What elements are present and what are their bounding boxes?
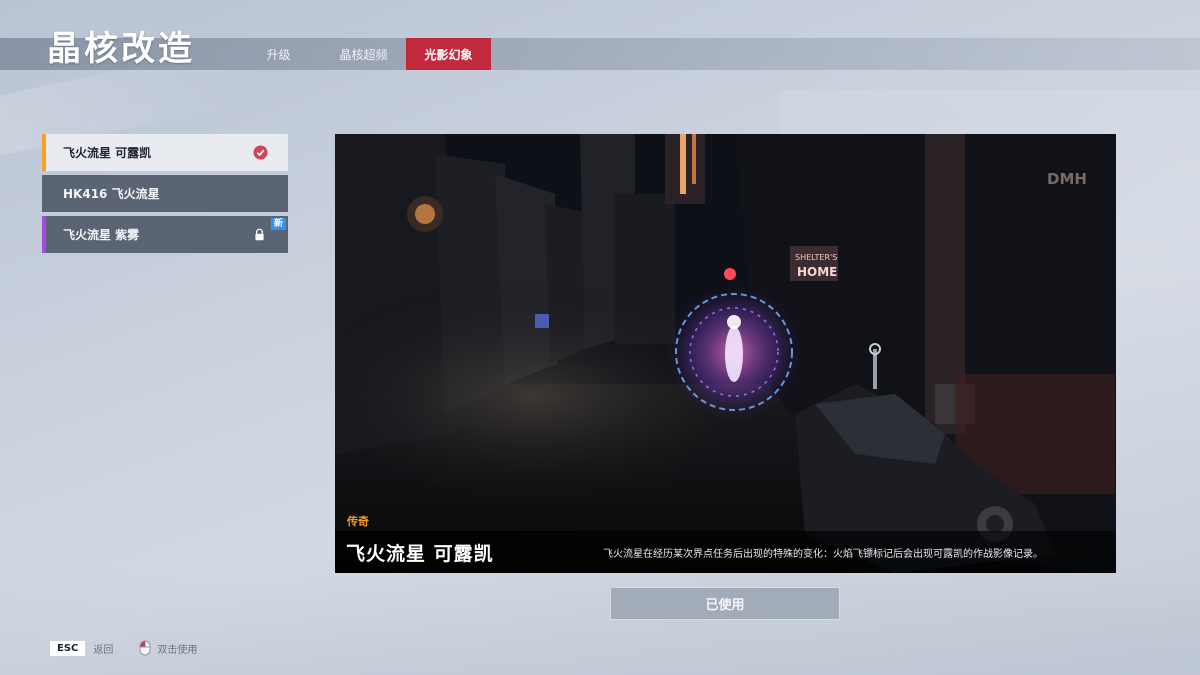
preview-scene: SHELTER'S HOME DMH	[335, 134, 1116, 573]
new-badge: 新	[270, 218, 286, 230]
tab-illusion[interactable]: 光影幻象	[406, 38, 491, 70]
rarity-label: 传奇	[347, 515, 369, 528]
mouse-click-icon	[139, 640, 151, 656]
variant-item-purple-mist[interactable]: 飞火流星 紫雾 新	[42, 216, 288, 253]
tab-bar: 升级 晶核超频 光影幻象	[236, 38, 491, 70]
tab-overclock[interactable]: 晶核超频	[321, 38, 406, 70]
variant-item-hk416[interactable]: HK416 飞火流星	[42, 175, 288, 212]
preview-title: 飞火流星 可露凯	[346, 543, 494, 565]
tab-upgrade[interactable]: 升级	[236, 38, 321, 70]
variant-label: 飞火流星 紫雾	[63, 228, 140, 242]
variant-list: 飞火流星 可露凯 HK416 飞火流星 飞火流星 紫雾 新	[42, 134, 288, 257]
double-click-label: 双击使用	[157, 644, 198, 656]
in-use-button[interactable]: 已使用	[610, 587, 840, 620]
lock-icon	[255, 228, 264, 241]
page-title: 晶核改造	[47, 29, 195, 69]
esc-key[interactable]: ESC	[50, 640, 86, 656]
variant-item-kelukai[interactable]: 飞火流星 可露凯	[42, 134, 288, 171]
back-label: 返回	[93, 644, 114, 656]
svg-text:SHELTER'S: SHELTER'S	[795, 253, 837, 262]
svg-text:HOME: HOME	[797, 265, 837, 279]
preview-panel: SHELTER'S HOME DMH 传奇 飞火流星 可露凯 飞火流星在经历某次…	[335, 134, 1116, 573]
variant-label: 飞火流星 可露凯	[63, 146, 152, 160]
caption-bar: 飞火流星 可露凯 飞火流星在经历某次界点任务后出现的特殊的变化：火焰飞镖标记后会…	[335, 531, 1116, 573]
svg-text:DMH: DMH	[1047, 170, 1087, 188]
variant-label: HK416 飞火流星	[63, 187, 160, 201]
preview-description: 飞火流星在经历某次界点任务后出现的特殊的变化：火焰飞镖标记后会出现可露凯的作战影…	[603, 549, 1043, 560]
background-decor	[0, 565, 1200, 675]
footer-hints: ESC 返回 双击使用	[50, 638, 197, 658]
check-circle-icon	[253, 145, 268, 160]
